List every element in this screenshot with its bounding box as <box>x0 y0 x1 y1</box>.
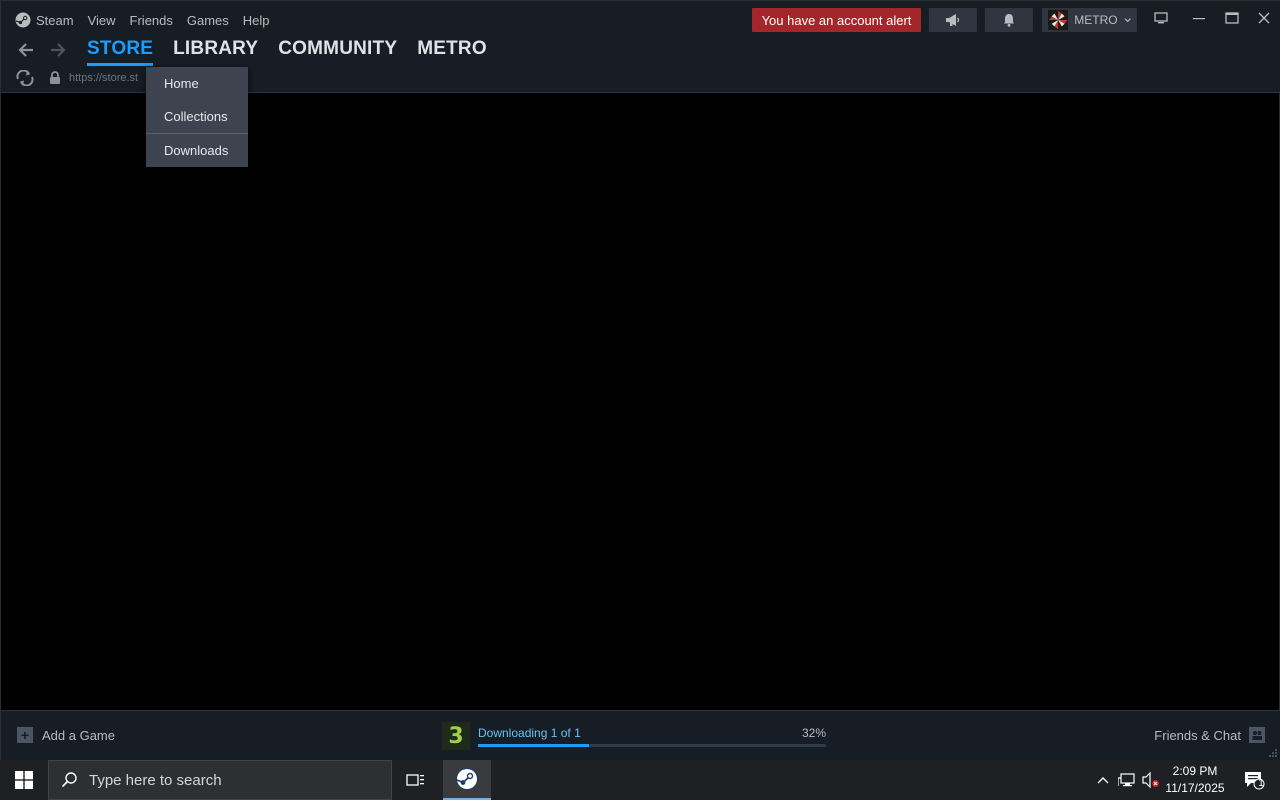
show-hidden-icons-button[interactable] <box>1094 760 1112 800</box>
windows-taskbar: Type here to search 2:09 PM 11/17/2025 1 <box>0 760 1280 800</box>
menu-friends[interactable]: Friends <box>130 13 173 28</box>
maximize-icon <box>1225 12 1239 24</box>
download-game-thumbnail[interactable]: 3 <box>442 722 470 750</box>
forward-button[interactable] <box>47 39 69 61</box>
account-menu-button[interactable]: METRO <box>1042 8 1137 32</box>
refresh-icon[interactable] <box>15 70 35 86</box>
taskbar-search-box[interactable]: Type here to search <box>48 760 392 800</box>
download-percent: 32% <box>802 726 827 740</box>
steam-logo-icon <box>15 12 31 28</box>
start-button[interactable] <box>0 760 48 800</box>
account-alert-button[interactable]: You have an account alert <box>752 8 921 32</box>
network-button[interactable] <box>1116 760 1138 800</box>
menu-steam-label: Steam <box>36 12 74 28</box>
search-icon <box>61 772 77 788</box>
maximize-button[interactable] <box>1218 7 1246 29</box>
windows-logo-icon <box>15 771 33 789</box>
url-text[interactable]: https://store.st <box>69 72 138 84</box>
download-progress-bar[interactable] <box>478 744 826 747</box>
chevron-down-icon <box>1124 18 1131 23</box>
back-button[interactable] <box>15 39 37 61</box>
friends-chat-button[interactable]: Friends & Chat <box>1154 727 1265 743</box>
action-center-button[interactable]: 1 <box>1234 760 1274 800</box>
menu-games[interactable]: Games <box>187 13 229 28</box>
chevron-up-icon <box>1097 777 1109 784</box>
taskbar-clock[interactable]: 2:09 PM 11/17/2025 <box>1160 763 1230 797</box>
bell-icon <box>1004 14 1014 27</box>
tab-store[interactable]: STORE <box>87 38 154 66</box>
minimize-button[interactable] <box>1185 7 1213 29</box>
notifications-button[interactable] <box>985 8 1033 32</box>
megaphone-icon <box>946 14 960 26</box>
main-nav: STORE LIBRARY COMMUNITY METRO <box>15 36 507 66</box>
network-icon <box>1118 773 1135 787</box>
close-button[interactable] <box>1250 7 1278 29</box>
menu-view[interactable]: View <box>88 13 116 28</box>
monitor-icon <box>1154 12 1168 24</box>
resize-grip-icon[interactable] <box>1268 748 1278 758</box>
volume-muted-icon <box>1142 772 1159 788</box>
account-name: METRO <box>1074 13 1118 27</box>
search-placeholder: Type here to search <box>89 771 222 789</box>
menu-bar: Steam View Friends Games Help <box>15 9 284 31</box>
lock-icon <box>50 71 60 84</box>
notification-count-badge: 1 <box>1258 778 1264 789</box>
big-picture-button[interactable] <box>1147 7 1175 29</box>
steam-footer: + Add a Game 3 Downloading 1 of 1 32% Fr… <box>1 710 1280 761</box>
add-game-button[interactable]: + Add a Game <box>17 727 115 743</box>
announcements-button[interactable] <box>929 8 977 32</box>
tab-profile[interactable]: METRO <box>417 38 487 63</box>
url-bar: https://store.st <box>15 69 138 87</box>
task-view-icon <box>406 774 424 786</box>
download-status-text[interactable]: Downloading 1 of 1 <box>478 726 581 740</box>
arrow-left-icon <box>18 43 33 57</box>
plus-icon: + <box>17 727 33 743</box>
friends-chat-label: Friends & Chat <box>1154 727 1241 743</box>
tab-library[interactable]: LIBRARY <box>173 38 258 63</box>
friends-icon <box>1249 727 1265 743</box>
tab-community[interactable]: COMMUNITY <box>278 38 397 63</box>
close-icon <box>1258 12 1270 24</box>
menu-steam[interactable]: Steam <box>15 12 74 28</box>
dropdown-item-collections[interactable]: Collections <box>146 100 248 133</box>
steam-logo-icon <box>456 768 478 790</box>
steam-window: Steam View Friends Games Help You have a… <box>0 0 1280 761</box>
download-progress-fill <box>478 744 590 747</box>
task-view-button[interactable] <box>396 760 436 800</box>
arrow-right-icon <box>51 43 66 57</box>
dropdown-item-downloads[interactable]: Downloads <box>146 134 248 167</box>
clock-time: 2:09 PM <box>1172 764 1218 778</box>
dropdown-item-home[interactable]: Home <box>146 67 248 100</box>
volume-button[interactable] <box>1140 760 1162 800</box>
clock-date: 11/17/2025 <box>1165 781 1225 795</box>
menu-help[interactable]: Help <box>243 13 270 28</box>
minimize-icon <box>1193 18 1205 20</box>
add-game-label: Add a Game <box>42 727 115 743</box>
avatar <box>1048 9 1069 31</box>
taskbar-steam-app[interactable] <box>443 760 491 800</box>
store-dropdown-menu: Home Collections Downloads <box>146 67 248 167</box>
